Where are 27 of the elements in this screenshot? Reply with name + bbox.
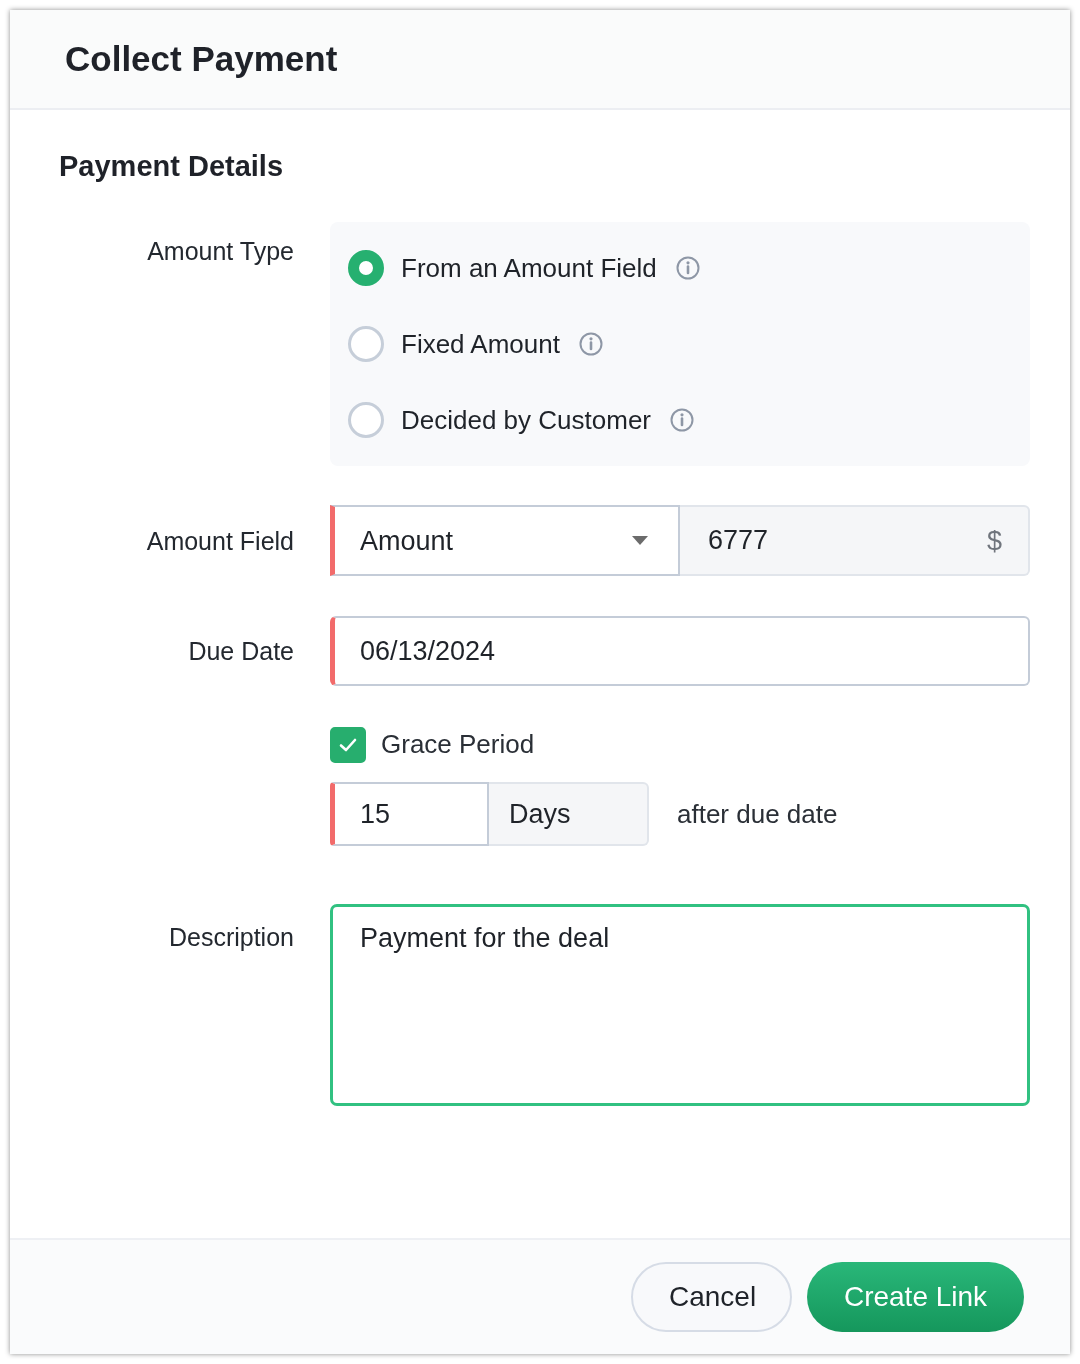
checkmark-icon: [338, 736, 358, 753]
description-input[interactable]: Payment for the deal: [330, 904, 1030, 1107]
info-icon[interactable]: [675, 256, 700, 281]
option-label[interactable]: Decided by Customer: [401, 400, 651, 440]
suffix-text: after due date: [677, 797, 838, 831]
date-input[interactable]: 06/13/2024: [330, 616, 1030, 687]
radio-button[interactable]: [348, 402, 384, 439]
unit-addon: Days: [489, 782, 649, 847]
radio-button[interactable]: [348, 326, 384, 363]
radio-button[interactable]: [348, 250, 384, 287]
field-label: Due Date: [188, 636, 294, 667]
field-label: Amount Field: [146, 525, 294, 557]
section-heading: Payment Details: [59, 149, 284, 184]
dropdown-field[interactable]: Amount: [330, 505, 680, 577]
checkbox-label[interactable]: Grace Period: [381, 725, 535, 765]
cancel-button[interactable]: Cancel: [631, 1262, 792, 1332]
option-label[interactable]: From an Amount Field: [401, 248, 657, 288]
field-label: Description: [168, 922, 294, 954]
option-label[interactable]: Fixed Amount: [401, 324, 560, 364]
currency-symbol: $: [986, 524, 1002, 557]
dialog-title: Collect Payment: [65, 38, 338, 80]
caret-icon: [632, 536, 648, 546]
info-icon[interactable]: [579, 332, 603, 357]
field-label: Amount Type: [147, 236, 294, 268]
info-icon[interactable]: [670, 408, 694, 433]
checkbox[interactable]: [330, 726, 366, 763]
days-input[interactable]: 15: [330, 782, 489, 847]
